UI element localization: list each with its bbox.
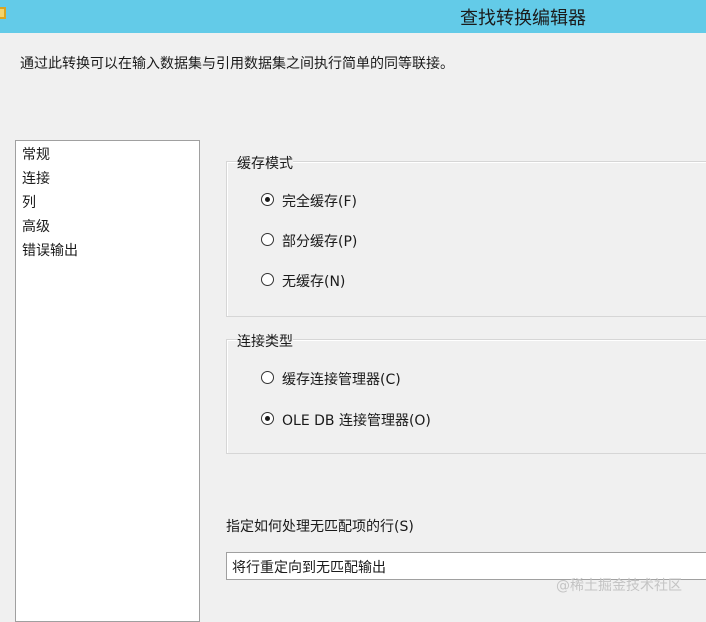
radio-label: 部分缓存(P) bbox=[282, 234, 358, 250]
connection-type-group: 连接类型 缓存连接管理器(C) OLE DB 连接管理器(O) bbox=[226, 331, 706, 454]
radio-button[interactable] bbox=[261, 371, 274, 384]
title-bar: 查找转换编辑器 bbox=[0, 0, 706, 33]
radio-selected-dot bbox=[265, 197, 270, 202]
description-text: 通过此转换可以在输入数据集与引用数据集之间执行简单的同等联接。 bbox=[20, 56, 454, 72]
radio-button[interactable] bbox=[261, 193, 274, 206]
radio-label: 缓存连接管理器(C) bbox=[282, 372, 401, 388]
radio-selected-dot bbox=[265, 416, 270, 421]
radio-button[interactable] bbox=[261, 233, 274, 246]
radio-label: OLE DB 连接管理器(O) bbox=[282, 413, 431, 429]
unmatched-rows-value: 将行重定向到无匹配输出 bbox=[232, 560, 386, 576]
cache-mode-title: 缓存模式 bbox=[237, 153, 293, 173]
nav-item-columns[interactable]: 列 bbox=[22, 192, 36, 212]
radio-label: 完全缓存(F) bbox=[282, 194, 357, 210]
app-icon bbox=[0, 7, 6, 19]
nav-item-advanced[interactable]: 高级 bbox=[22, 216, 50, 236]
connection-type-title: 连接类型 bbox=[237, 331, 293, 351]
cache-mode-group: 缓存模式 完全缓存(F) 部分缓存(P) 无缓存(N) bbox=[226, 153, 706, 317]
radio-button[interactable] bbox=[261, 412, 274, 425]
nav-item-general[interactable]: 常规 bbox=[22, 144, 50, 164]
radio-label: 无缓存(N) bbox=[282, 274, 346, 290]
radio-button[interactable] bbox=[261, 273, 274, 286]
window-title: 查找转换编辑器 bbox=[460, 8, 586, 29]
unmatched-rows-label: 指定如何处理无匹配项的行(S) bbox=[226, 519, 414, 535]
nav-item-error-output[interactable]: 错误输出 bbox=[22, 240, 78, 260]
nav-item-connection[interactable]: 连接 bbox=[22, 168, 50, 188]
nav-panel: 常规 连接 列 高级 错误输出 bbox=[15, 140, 200, 622]
watermark: @稀土掘金技术社区 bbox=[556, 578, 682, 594]
